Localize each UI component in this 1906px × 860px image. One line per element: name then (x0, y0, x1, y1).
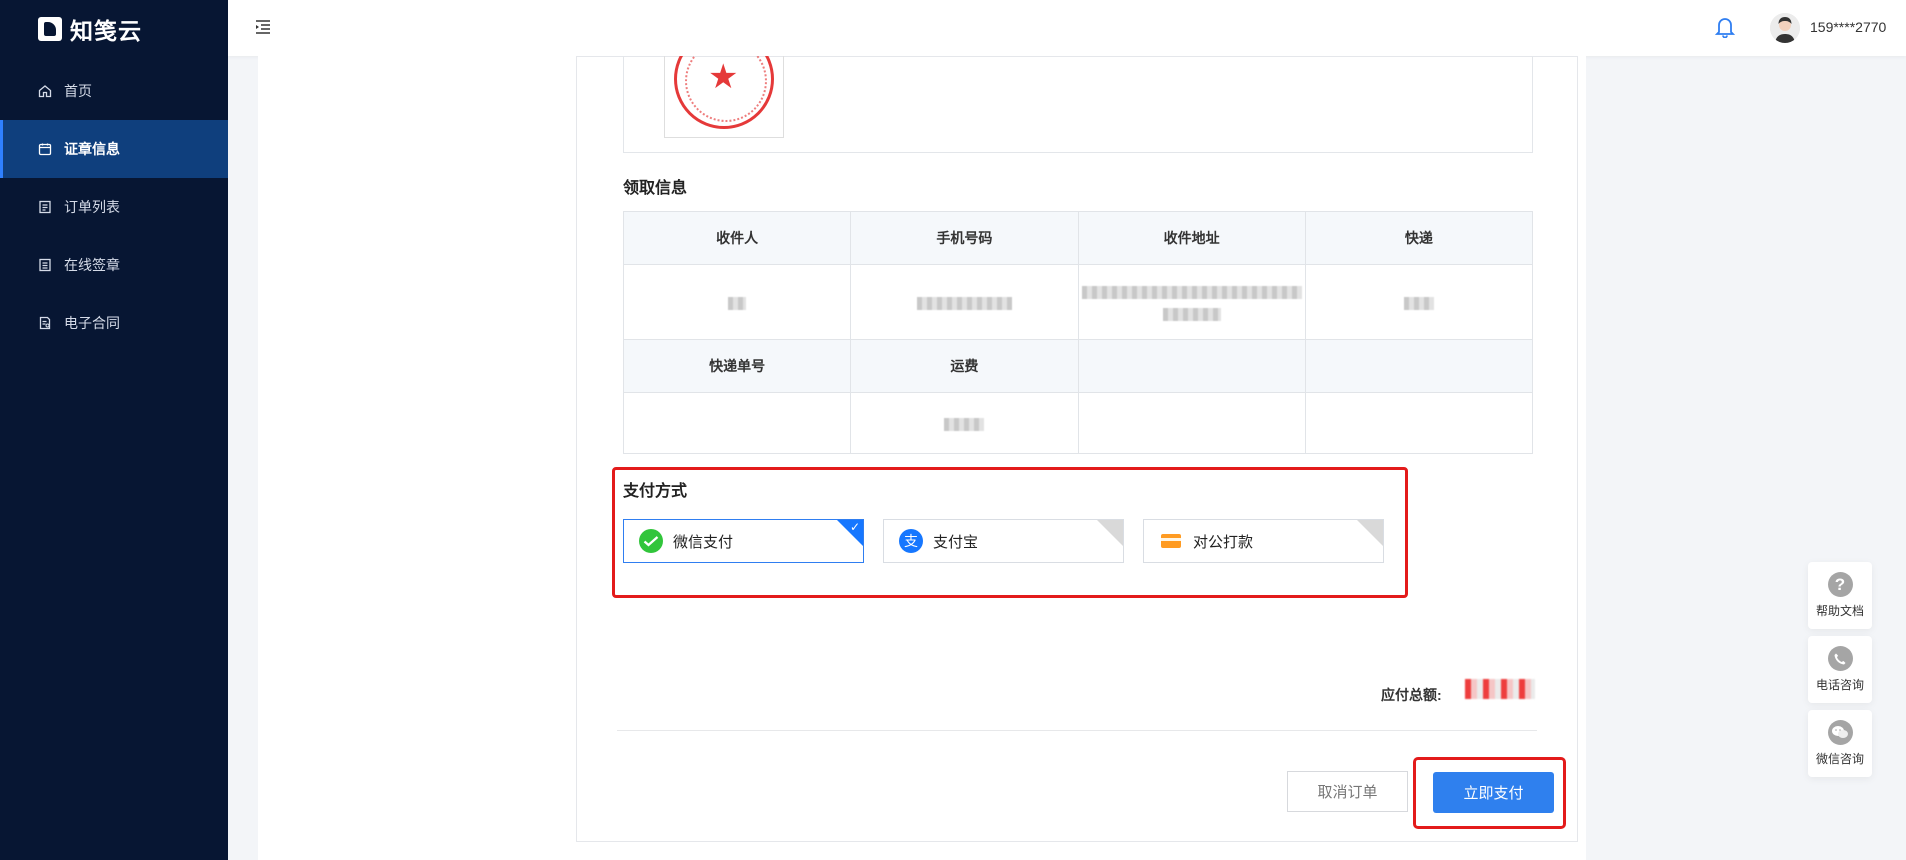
check-icon: ✓ (849, 520, 860, 534)
sidebar: 知笺云 首页 证章信息 订单列表 在线签章 电子合同 (0, 0, 228, 860)
sidebar-item-label: 证章信息 (64, 141, 120, 157)
header-phone: 手机号码 (850, 211, 1079, 265)
payment-option-label: 微信支付 (673, 533, 734, 551)
sidebar-item-label: 订单列表 (64, 199, 120, 215)
total-amount-redacted (1465, 679, 1535, 699)
empty-cell-4 (1304, 392, 1534, 454)
sidebar-item-order-list[interactable]: 订单列表 (0, 178, 228, 236)
red-seal-image (674, 56, 774, 129)
address-value (1077, 264, 1306, 340)
home-icon (38, 84, 52, 98)
menu-toggle-icon[interactable] (254, 18, 272, 36)
tool-label: 电话咨询 (1815, 678, 1864, 692)
brand-logo-icon (38, 17, 62, 41)
alipay-icon: 支 (899, 529, 923, 553)
phone-value (850, 264, 1079, 340)
sidebar-item-e-contract[interactable]: 电子合同 (0, 294, 228, 352)
list-icon (38, 200, 52, 214)
pay-now-button[interactable]: 立即支付 (1433, 772, 1554, 813)
payment-option-label: 对公打款 (1193, 533, 1254, 551)
payment-option-bank-transfer[interactable]: 对公打款 (1143, 519, 1384, 563)
sidebar-item-online-sign[interactable]: 在线签章 (0, 236, 228, 294)
payment-section-title: 支付方式 (623, 483, 688, 500)
courier-value (1304, 264, 1534, 340)
header-empty-4 (1304, 339, 1534, 393)
sidebar-item-label: 电子合同 (64, 315, 120, 331)
help-icon: ? (1827, 572, 1853, 597)
tool-label: 微信咨询 (1815, 752, 1864, 766)
sign-icon (38, 258, 52, 272)
avatar[interactable] (1770, 13, 1800, 43)
top-header: 159****2770 (228, 0, 1906, 56)
total-label: 应付总额: (1381, 687, 1442, 703)
cancel-order-button[interactable]: 取消订单 (1287, 771, 1408, 812)
phone-icon (1827, 646, 1853, 671)
notification-bell-icon[interactable] (1714, 16, 1736, 39)
sidebar-item-home[interactable]: 首页 (0, 62, 228, 120)
user-phone[interactable]: 159****2770 (1810, 19, 1886, 35)
sidebar-item-label: 在线签章 (64, 257, 120, 273)
payment-option-label: 支付宝 (933, 533, 979, 551)
logo[interactable]: 知笺云 (0, 0, 228, 58)
header-address: 收件地址 (1077, 211, 1306, 265)
tool-label: 帮助文档 (1815, 604, 1864, 618)
payment-option-alipay[interactable]: 支 支付宝 (883, 519, 1124, 563)
contract-icon (38, 316, 52, 330)
sidebar-item-seal-info[interactable]: 证章信息 (0, 120, 228, 178)
recipient-value (622, 264, 852, 340)
unselected-corner-indicator (1357, 520, 1383, 546)
header-empty-3 (1077, 339, 1306, 393)
bank-transfer-icon (1159, 529, 1183, 553)
calendar-icon (38, 142, 52, 156)
sidebar-item-label: 首页 (64, 83, 92, 99)
receipt-info-table: 收件人 手机号码 收件地址 快递 快递单号 运费 (622, 211, 1534, 454)
receipt-section-title: 领取信息 (623, 180, 688, 197)
seal-preview-section (623, 56, 1533, 153)
header-recipient: 收件人 (622, 211, 852, 265)
empty-cell-3 (1077, 392, 1306, 454)
tracking-number-value (622, 392, 852, 454)
order-detail-panel: 领取信息 收件人 手机号码 收件地址 快递 快递单号 运费 (576, 56, 1578, 842)
shipping-fee-value (850, 392, 1079, 454)
header-tracking-number: 快递单号 (622, 339, 852, 393)
svg-text:支: 支 (904, 534, 918, 550)
wechat-icon (1827, 720, 1853, 745)
header-shipping-fee: 运费 (850, 339, 1079, 393)
seal-image-frame (664, 56, 784, 138)
payment-option-wechat[interactable]: 微信支付 ✓ (623, 519, 864, 563)
wechat-consult-tool[interactable]: 微信咨询 (1808, 710, 1872, 777)
sidebar-nav: 首页 证章信息 订单列表 在线签章 电子合同 (0, 62, 228, 352)
wechat-pay-icon (639, 529, 663, 553)
unselected-corner-indicator (1097, 520, 1123, 546)
header-courier: 快递 (1304, 211, 1534, 265)
brand-name: 知笺云 (70, 18, 142, 44)
help-docs-tool[interactable]: ? 帮助文档 (1808, 562, 1872, 629)
phone-consult-tool[interactable]: 电话咨询 (1808, 636, 1872, 703)
summary-divider (617, 730, 1537, 731)
